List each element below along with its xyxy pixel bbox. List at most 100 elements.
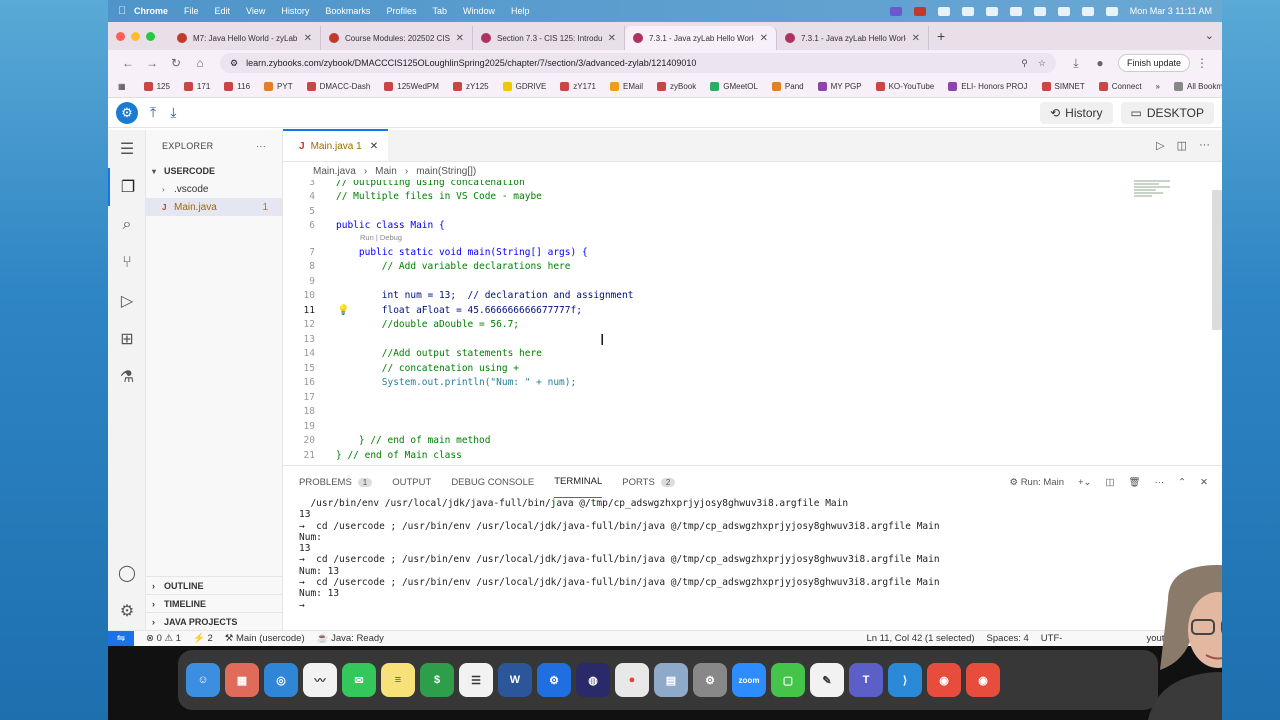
- problems-status[interactable]: ⊗ 0 ⚠ 1: [146, 633, 181, 644]
- bookmark-item[interactable]: zY125: [452, 82, 489, 91]
- screen-recorder-icon[interactable]: ◉: [966, 663, 1000, 697]
- bookmark-item[interactable]: Pand: [771, 82, 804, 91]
- browser-tab[interactable]: M7: Java Hello World - zyLab ✕: [169, 26, 321, 50]
- timeline-section[interactable]: › TIMELINE: [146, 594, 283, 612]
- profile-avatar[interactable]: ●: [1088, 56, 1112, 70]
- menu-icon[interactable]: ☰: [108, 130, 146, 168]
- encoding-status[interactable]: UTF-: [1041, 633, 1063, 644]
- minimap[interactable]: [1134, 180, 1170, 204]
- new-tab-button[interactable]: +: [937, 28, 945, 44]
- cursor-position-status[interactable]: Ln 11, Col 42 (1 selected): [866, 633, 974, 644]
- close-tab-icon[interactable]: ✕: [912, 33, 920, 44]
- safari-icon[interactable]: ◎: [264, 663, 298, 697]
- browser-tab[interactable]: Section 7.3 - CIS 125: Introdu ✕: [473, 26, 625, 50]
- bookmark-item[interactable]: Connect: [1098, 82, 1142, 91]
- all-bookmarks-button[interactable]: All Bookmarks: [1174, 82, 1222, 91]
- history-button[interactable]: ⟲ History: [1040, 101, 1113, 124]
- ports-status[interactable]: ⚡ 2: [193, 633, 213, 644]
- bookmark-item[interactable]: 116: [224, 82, 250, 91]
- editor-tab-main-java[interactable]: J Main.java 1 ✕: [283, 129, 389, 161]
- split-terminal-icon[interactable]: ◫: [1106, 477, 1115, 488]
- teams-icon[interactable]: T: [849, 663, 883, 697]
- menu-profiles[interactable]: Profiles: [386, 6, 416, 16]
- system-settings-icon[interactable]: ⚙: [537, 663, 571, 697]
- chrome-icon[interactable]: ●: [615, 663, 649, 697]
- zoom-window-button[interactable]: [146, 31, 155, 41]
- back-button[interactable]: ←: [116, 56, 140, 70]
- new-terminal-icon[interactable]: +⌄: [1078, 477, 1092, 488]
- screen-share-icon[interactable]: [889, 6, 902, 16]
- record-icon[interactable]: [913, 6, 926, 16]
- control-center-icon[interactable]: [1105, 6, 1118, 16]
- photo-booth-icon[interactable]: ◉: [927, 663, 961, 697]
- bluetooth-icon[interactable]: [1009, 6, 1022, 16]
- close-tab-icon[interactable]: ✕: [608, 33, 616, 44]
- settings-gear-icon[interactable]: ⚙: [116, 101, 138, 124]
- maximize-panel-icon[interactable]: ⌃: [1178, 477, 1186, 488]
- menu-bookmarks[interactable]: Bookmarks: [325, 6, 370, 16]
- bookmark-item[interactable]: SIMNET: [1041, 82, 1085, 91]
- bookmark-item[interactable]: GMeetOL: [710, 82, 758, 91]
- volume-icon[interactable]: [985, 6, 998, 16]
- tab-debug-console[interactable]: DEBUG CONSOLE: [451, 466, 534, 498]
- bookmark-item[interactable]: PYT: [264, 82, 293, 91]
- bookmark-item[interactable]: MY PGP: [817, 82, 862, 91]
- address-bar[interactable]: ⚙ learn.zybooks.com/zybook/DMACCCIS125OL…: [220, 53, 1056, 73]
- notes-icon[interactable]: ≡: [381, 663, 415, 697]
- split-editor-icon[interactable]: ◫: [1177, 139, 1187, 152]
- word-icon[interactable]: W: [498, 663, 532, 697]
- tab-terminal[interactable]: TERMINAL: [554, 466, 603, 498]
- desktop-button[interactable]: ▭ DESKTOP: [1120, 101, 1214, 124]
- bookmark-item[interactable]: 125: [143, 82, 170, 91]
- browser-tab[interactable]: Course Modules: 202502 CIS ✕: [321, 26, 473, 50]
- apple-icon[interactable]: : [118, 5, 134, 17]
- account-icon[interactable]: ◯: [108, 554, 146, 592]
- forward-button[interactable]: →: [140, 56, 164, 70]
- preview-icon[interactable]: ▤: [654, 663, 688, 697]
- chrome-status-icon[interactable]: [937, 6, 950, 16]
- close-tab-icon[interactable]: ✕: [760, 33, 768, 44]
- menu-history[interactable]: History: [281, 6, 309, 16]
- bookmark-item[interactable]: KO-YouTube: [875, 82, 934, 91]
- extensions-icon[interactable]: ⊞: [108, 320, 146, 358]
- bookmark-item[interactable]: DMACC-Dash: [306, 82, 370, 91]
- close-tab-icon[interactable]: ✕: [304, 33, 312, 44]
- stats-icon[interactable]: ◍: [576, 663, 610, 697]
- run-icon[interactable]: ▷: [1156, 139, 1164, 152]
- close-tab-icon[interactable]: ✕: [370, 141, 378, 152]
- settings-icon[interactable]: ⚙: [693, 663, 727, 697]
- wifi-icon[interactable]: [1057, 6, 1070, 16]
- bookmark-item[interactable]: 125WedPM: [384, 82, 439, 91]
- tree-file-main-java[interactable]: J Main.java 1: [146, 198, 282, 216]
- menu-app-name[interactable]: Chrome: [134, 6, 168, 16]
- menu-edit[interactable]: Edit: [215, 6, 231, 16]
- close-panel-icon[interactable]: ✕: [1200, 477, 1208, 488]
- terminal-output[interactable]: /usr/bin/env /usr/local/jdk/java-full/bi…: [283, 498, 1222, 611]
- browser-tab[interactable]: 7.3.1 - Java zyLab Hello World ✕: [777, 26, 929, 50]
- run-debug-icon[interactable]: ▷: [108, 282, 146, 320]
- codelens-run-debug[interactable]: Run | Debug: [360, 233, 402, 242]
- outline-section[interactable]: › OUTLINE: [146, 576, 283, 594]
- menu-view[interactable]: View: [246, 6, 265, 16]
- battery-icon[interactable]: [1033, 6, 1046, 16]
- bookmark-item[interactable]: zyBook: [657, 82, 696, 91]
- run-target-status[interactable]: ⚒ Main (usercode): [225, 633, 305, 644]
- tab-search-icon[interactable]: ⌄: [1205, 29, 1214, 42]
- bookmark-item[interactable]: GDRIVE: [502, 82, 546, 91]
- reload-button[interactable]: ↻: [164, 56, 188, 70]
- messages-icon[interactable]: ✉: [342, 663, 376, 697]
- more-actions-icon[interactable]: ···: [1199, 139, 1210, 151]
- apps-grid-icon[interactable]: ▦: [118, 82, 126, 91]
- zoom-icon[interactable]: ⚲: [1021, 58, 1028, 69]
- indentation-status[interactable]: Spaces: 4: [987, 633, 1029, 644]
- home-button[interactable]: ⌂: [188, 56, 212, 70]
- manage-gear-icon[interactable]: ⚙: [108, 592, 146, 630]
- textedit-icon[interactable]: ✎: [810, 663, 844, 697]
- bookmark-item[interactable]: ELI- Honors PROJ: [948, 82, 1028, 91]
- launchpad-icon[interactable]: ▦: [225, 663, 259, 697]
- finish-update-button[interactable]: Finish update: [1117, 54, 1190, 72]
- menu-file[interactable]: File: [184, 6, 199, 16]
- bookmark-item[interactable]: 171: [183, 82, 210, 91]
- breadcrumb-class[interactable]: Main: [375, 166, 397, 177]
- bookmark-item[interactable]: EMail: [609, 82, 643, 91]
